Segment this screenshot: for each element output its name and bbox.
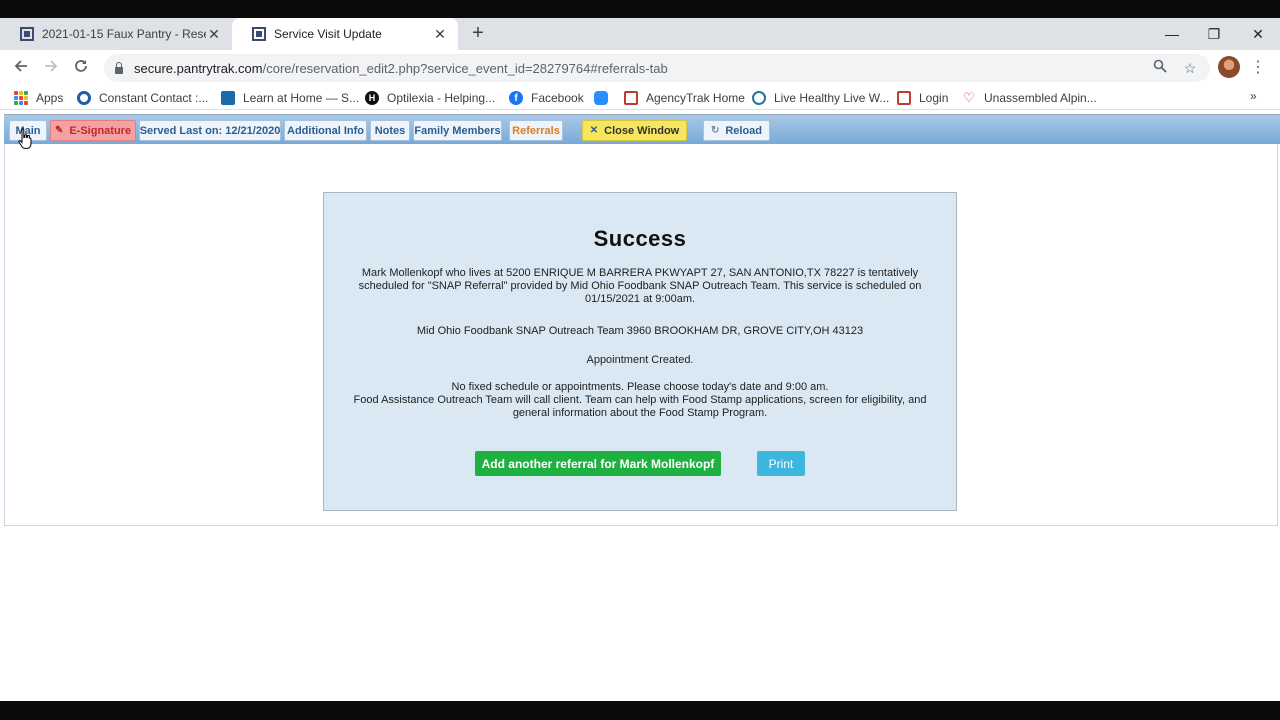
provider-address: Mid Ohio Foodbank SNAP Outreach Team 396… bbox=[416, 325, 864, 337]
bookmark-live-healthy[interactable]: Live Healthy Live W... bbox=[752, 89, 889, 107]
zoom-icon bbox=[594, 91, 608, 105]
pantrytrak-favicon-icon bbox=[252, 27, 266, 41]
browser-menu-icon[interactable]: ⋮ bbox=[1250, 56, 1266, 80]
tab-title: 2021-01-15 Faux Pantry - Reserva bbox=[42, 27, 206, 41]
apps-grid-icon bbox=[14, 91, 28, 105]
search-icon[interactable] bbox=[1150, 58, 1170, 78]
nav-esignature-button[interactable]: ✎ E-Signature bbox=[50, 120, 136, 141]
optilexia-icon: H bbox=[365, 91, 379, 105]
bookmarks-overflow-icon[interactable]: » bbox=[1250, 89, 1257, 103]
appointment-details: Mark Mollenkopf who lives at 5200 ENRIQU… bbox=[358, 267, 922, 305]
new-tab-icon[interactable]: + bbox=[468, 23, 488, 44]
minimize-icon[interactable]: — bbox=[1152, 22, 1192, 46]
tab-faux-pantry[interactable]: 2021-01-15 Faux Pantry - Reserva ✕ bbox=[0, 18, 232, 50]
tab-service-visit-update[interactable]: Service Visit Update ✕ bbox=[232, 18, 458, 50]
url-path: /core/reservation_edit2.php?service_even… bbox=[262, 60, 668, 76]
url-host: secure.pantrytrak.com bbox=[134, 60, 263, 76]
print-button[interactable]: Print bbox=[757, 451, 805, 476]
bookmark-unassembled[interactable]: ♡ Unassembled Alpin... bbox=[962, 89, 1097, 107]
bookmark-constant-contact[interactable]: Constant Contact :... bbox=[77, 89, 208, 107]
screen-bottom-border bbox=[0, 701, 1280, 720]
bookmark-apps[interactable]: Apps bbox=[14, 89, 63, 107]
nav-referrals-button[interactable]: Referrals bbox=[509, 120, 563, 141]
pantrytrak-favicon-icon bbox=[20, 27, 34, 41]
bookmark-optilexia[interactable]: H Optilexia - Helping... bbox=[365, 89, 495, 107]
hand-cursor-icon bbox=[18, 128, 32, 149]
bookmark-login[interactable]: Login bbox=[897, 89, 948, 107]
browser-window: 2021-01-15 Faux Pantry - Reserva ✕ Servi… bbox=[0, 18, 1280, 701]
reload-button[interactable]: ↻ Reload bbox=[703, 120, 770, 141]
tab-close-icon[interactable]: ✕ bbox=[432, 26, 448, 43]
agencytrak-icon bbox=[624, 91, 638, 105]
bookmark-learn-at-home[interactable]: Learn at Home — S... bbox=[221, 89, 359, 107]
close-window-icon[interactable]: ✕ bbox=[1238, 22, 1278, 46]
success-heading: Success bbox=[593, 226, 687, 251]
learn-at-home-icon bbox=[221, 91, 235, 105]
close-window-button[interactable]: ✕ Close Window bbox=[582, 120, 687, 141]
tab-close-icon[interactable]: ✕ bbox=[206, 26, 222, 43]
wordpress-icon bbox=[752, 91, 766, 105]
heart-icon: ♡ bbox=[963, 90, 975, 105]
nav-additional-info-button[interactable]: Additional Info bbox=[284, 120, 367, 141]
close-x-icon: ✕ bbox=[589, 125, 599, 136]
bookmark-zoom[interactable] bbox=[594, 89, 616, 107]
page-content: Main ✎ E-Signature Served Last on: 12/21… bbox=[0, 110, 1280, 701]
bookmark-facebook[interactable]: f Facebook bbox=[509, 89, 584, 107]
login-icon bbox=[897, 91, 911, 105]
lock-icon bbox=[114, 62, 124, 74]
nav-notes-button[interactable]: Notes bbox=[370, 120, 410, 141]
screen-top-border bbox=[0, 0, 1280, 18]
pencil-icon: ✎ bbox=[54, 125, 64, 136]
add-another-referral-button[interactable]: Add another referral for Mark Mollenkopf bbox=[475, 451, 721, 476]
nav-family-members-button[interactable]: Family Members bbox=[413, 120, 502, 141]
browser-toolbar: secure.pantrytrak.com/core/reservation_e… bbox=[0, 50, 1280, 86]
address-bar[interactable]: secure.pantrytrak.com/core/reservation_e… bbox=[104, 54, 1210, 82]
forward-arrow-icon[interactable] bbox=[39, 56, 63, 80]
restore-icon[interactable]: ❐ bbox=[1194, 22, 1234, 46]
refresh-icon[interactable] bbox=[69, 56, 93, 80]
tab-title: Service Visit Update bbox=[274, 27, 382, 41]
bookmark-agencytrak[interactable]: AgencyTrak Home bbox=[624, 89, 745, 107]
facebook-icon: f bbox=[509, 91, 523, 105]
schedule-note: No fixed schedule or appointments. Pleas… bbox=[353, 381, 927, 419]
nav-served-last-button[interactable]: Served Last on: 12/21/2020 bbox=[139, 120, 281, 141]
appointment-status: Appointment Created. bbox=[586, 354, 694, 366]
reload-icon: ↻ bbox=[710, 125, 720, 136]
tab-strip: 2021-01-15 Faux Pantry - Reserva ✕ Servi… bbox=[0, 18, 1280, 50]
back-arrow-icon[interactable] bbox=[9, 56, 33, 80]
constant-contact-icon bbox=[77, 91, 91, 105]
bookmarks-bar: Apps Constant Contact :... Learn at Home… bbox=[0, 86, 1280, 110]
success-panel: Success Mark Mollenkopf who lives at 520… bbox=[323, 192, 957, 511]
bookmark-star-icon[interactable]: ☆ bbox=[1180, 58, 1200, 78]
reservation-nav-bar: Main ✎ E-Signature Served Last on: 12/21… bbox=[4, 114, 1280, 144]
profile-avatar[interactable] bbox=[1218, 56, 1240, 78]
